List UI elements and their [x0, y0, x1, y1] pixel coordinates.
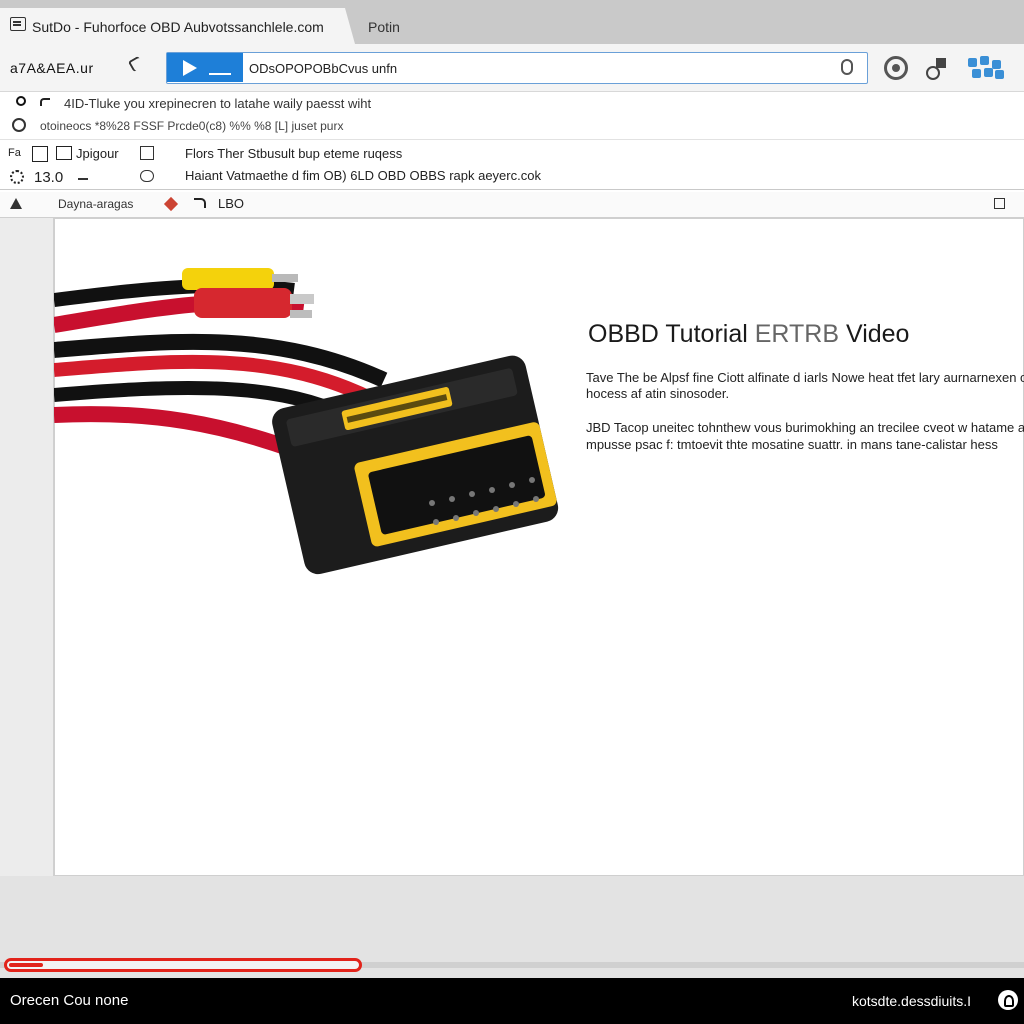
article-title-mid: ERTRB	[754, 320, 840, 348]
article-para1-line2: hocess af atin sinosoder.	[586, 386, 730, 401]
obd-connector-image	[54, 268, 559, 575]
copy-icon[interactable]	[140, 146, 154, 160]
image-icon[interactable]	[56, 146, 72, 160]
browser-toolbar: a7A&AEA.ur ODsOPOPOBbCvus unfn	[0, 44, 1024, 92]
left-gutter	[0, 218, 54, 876]
progress-head	[9, 963, 43, 967]
extensions-icon[interactable]	[966, 56, 1006, 80]
status-right-text: kotsdte.dessdiuits.I	[852, 993, 972, 1009]
link-icon[interactable]	[140, 170, 154, 182]
nav-controls-label[interactable]: a7A&AEA.ur	[10, 60, 94, 76]
undo-icon[interactable]	[40, 98, 50, 106]
warning-icon	[10, 198, 22, 209]
back-icon[interactable]	[127, 55, 145, 73]
detail-row1-prefix: Fa	[8, 147, 21, 159]
result-line-1[interactable]: 4ID-Tluke you xrepinecren to latahe wail…	[64, 96, 371, 111]
history-icon[interactable]	[12, 118, 26, 132]
url-text[interactable]: ODsOPOPOBbCvus unfn	[249, 61, 397, 76]
article-para1-line1: Tave The be Alpsf fine Ciott alfinate d …	[586, 370, 1024, 385]
article-title-end: Video	[845, 320, 910, 348]
tab-second[interactable]: Potin	[368, 19, 400, 35]
article-title-main: OBBD Tutorial	[588, 320, 748, 348]
detail-rows: Fa Jpigour Flors Ther Stbusult bup eteme…	[0, 140, 1024, 190]
settings-icon[interactable]	[10, 170, 24, 184]
article-para2-line2: mpusse psac f: tmtoevit thte mosatine su…	[586, 437, 998, 452]
redo-icon[interactable]	[194, 198, 206, 208]
status-bar: Orecen Cou none kotsdte.dessdiuits.I	[0, 978, 1024, 1024]
tab-page-icon	[10, 17, 26, 31]
search-icon[interactable]	[16, 96, 26, 106]
tab-strip: SutDo - Fuhorfoce OBD Aubvotssanchlele.c…	[0, 0, 1024, 44]
detail-row2-text[interactable]: Haiant Vatmaethe d fim OB) 6LD OBD OBBS …	[185, 168, 541, 183]
search-results-strip: 4ID-Tluke you xrepinecren to latahe wail…	[0, 92, 1024, 140]
account-icon[interactable]	[998, 990, 1018, 1010]
panel-header-label: Dayna-aragas	[58, 197, 134, 211]
article-title: OBBD Tutorial ERTRB Video	[588, 320, 909, 349]
result-line-2[interactable]: otoineocs *8%28 FSSF Prcde0(c8) %% %8 [L…	[40, 119, 343, 133]
detail-row2-value: 13.0	[34, 169, 64, 186]
video-progress[interactable]	[0, 956, 1024, 974]
status-left-text: Orecen Cou none	[10, 992, 129, 1009]
tab-title: SutDo - Fuhorfoce OBD Aubvotssanchlele.c…	[32, 19, 324, 35]
record-icon[interactable]	[884, 56, 908, 80]
progress-fill[interactable]	[4, 958, 362, 972]
document-icon[interactable]	[32, 146, 48, 162]
tab-active[interactable]: SutDo - Fuhorfoce OBD Aubvotssanchlele.c…	[0, 8, 355, 44]
panel-header-tag: LBO	[218, 196, 245, 211]
share-icon[interactable]	[924, 56, 948, 80]
heart-icon[interactable]	[163, 196, 179, 212]
restore-icon[interactable]	[994, 198, 1005, 209]
waveform-icon	[209, 59, 231, 75]
detail-row1-label: Jpigour	[76, 146, 119, 161]
play-icon	[183, 60, 197, 76]
panel-header: Dayna-aragas LBO	[0, 192, 1024, 218]
address-bar[interactable]: ODsOPOPOBbCvus unfn	[166, 52, 868, 84]
arrow-icon[interactable]	[78, 174, 88, 180]
detail-row1-text[interactable]: Flors Ther Stbusult bup eteme ruqess	[185, 146, 402, 161]
article-para2-line1: JBD Tacop uneitec tohnthew vous burimokh…	[586, 420, 1024, 435]
mic-icon[interactable]	[841, 59, 853, 75]
play-button[interactable]	[167, 53, 243, 82]
